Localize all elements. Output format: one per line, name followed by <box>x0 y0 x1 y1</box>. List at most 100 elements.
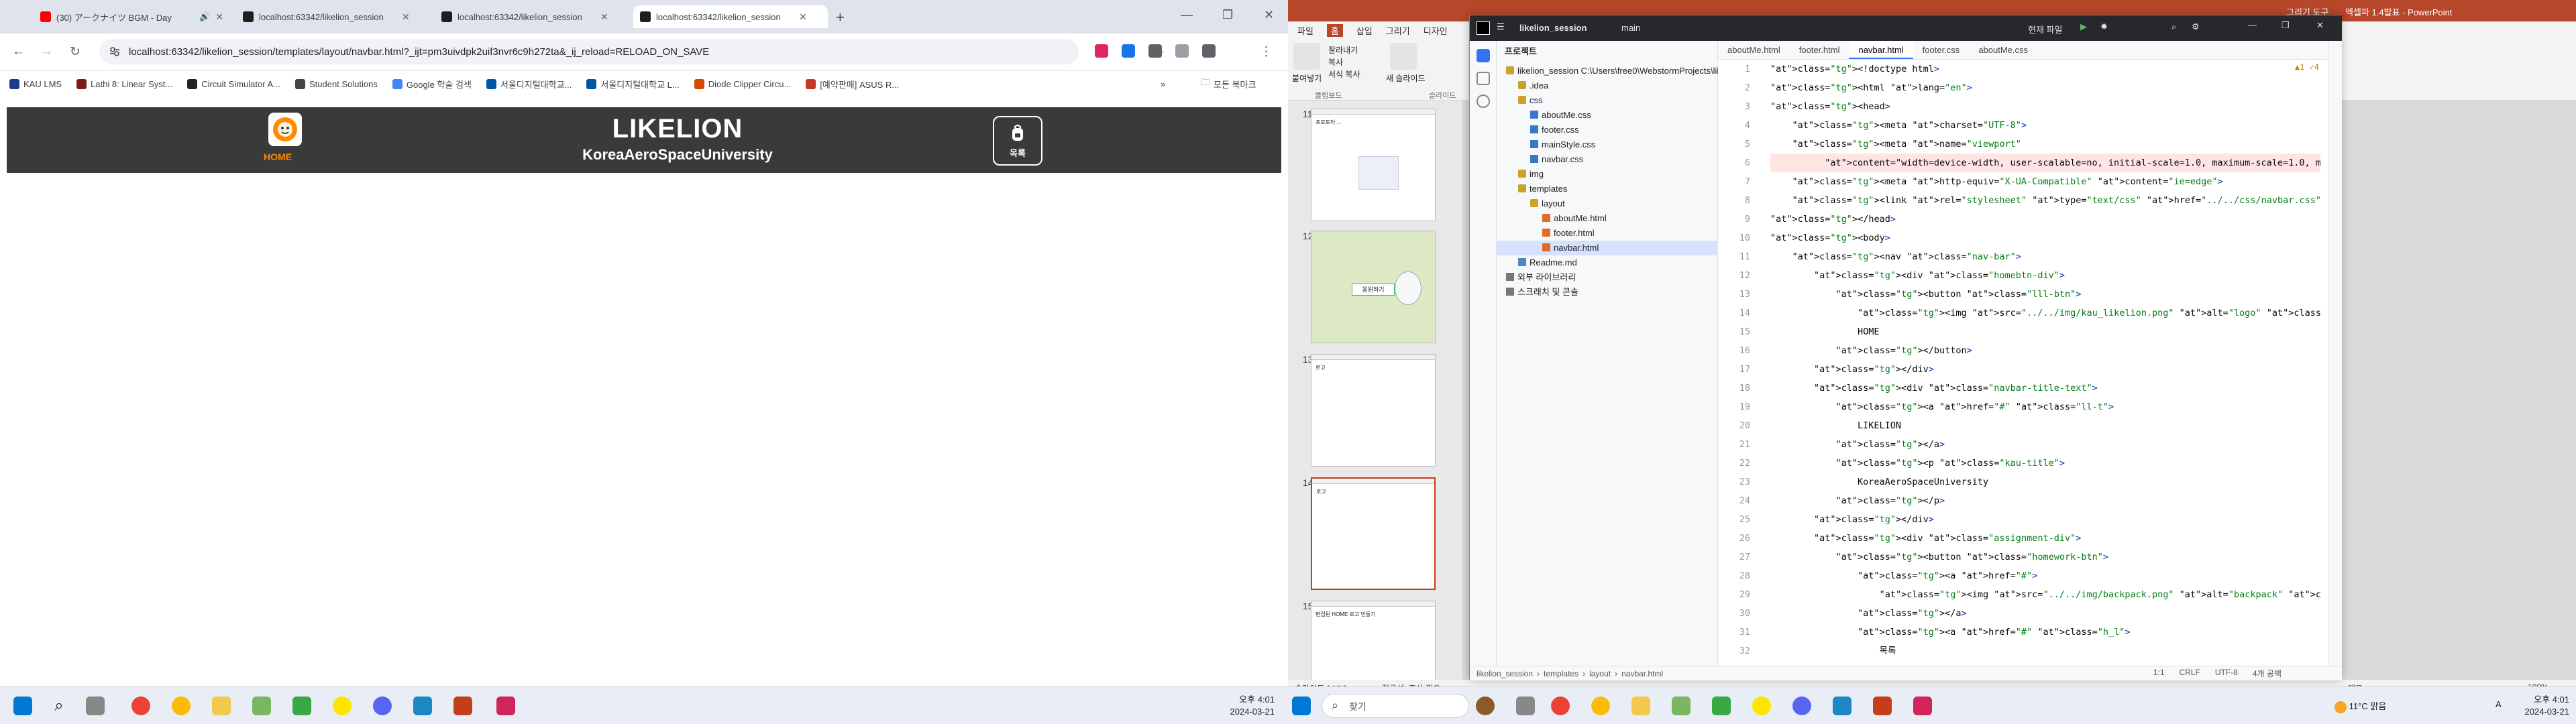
extension-icon[interactable] <box>1122 44 1135 58</box>
system-clock[interactable]: 오후 4:01 2024-03-21 <box>2509 694 2570 718</box>
weather-widget[interactable]: 11°C 맑음 <box>2334 699 2386 713</box>
maximize-icon[interactable]: ❐ <box>2282 20 2290 31</box>
code-line[interactable]: KoreaAeroSpaceUniversity <box>1770 473 2320 491</box>
close-tab-icon[interactable]: ✕ <box>799 11 807 23</box>
new-slide-label[interactable]: 새 슬라이드 <box>1386 72 1426 84</box>
powerpoint-icon[interactable] <box>453 697 472 715</box>
editor-tab[interactable]: footer.css <box>1913 41 1970 59</box>
maximize-icon[interactable]: ❐ <box>1222 8 1233 22</box>
code-line[interactable]: "at">class="tg"><button "at">class="lll-… <box>1770 285 2320 304</box>
widget-icon[interactable] <box>1476 697 1495 715</box>
editor-tab-active[interactable]: navbar.html <box>1849 41 1913 59</box>
branch-switcher[interactable]: main <box>1621 23 1640 33</box>
ribbon-tab-draw[interactable]: 그리기 <box>1386 24 1410 37</box>
code-line[interactable]: "at">class="tg"><a "at">href="#" "at">cl… <box>1770 623 2320 642</box>
slide-thumbnail[interactable]: 응원하기 <box>1311 231 1436 343</box>
extension-icon[interactable] <box>1095 44 1108 58</box>
system-clock[interactable]: 오후 4:01 2024-03-21 <box>1194 694 1275 718</box>
code-line[interactable]: "at">class="tg"><link "at">rel="styleshe… <box>1770 191 2320 210</box>
bookmark-item[interactable]: [예약판매] ASUS R... <box>806 78 899 90</box>
tree-node-lib[interactable]: 외부 라이브러리 <box>1497 270 1718 285</box>
commit-tool-icon[interactable] <box>1477 72 1490 85</box>
tree-node-folder[interactable]: layout <box>1497 196 1718 211</box>
forward-icon[interactable]: → <box>40 44 53 59</box>
debug-icon[interactable]: ✹ <box>2100 21 2108 32</box>
code-line[interactable]: 목록 <box>1770 642 2320 660</box>
file-encoding[interactable]: UTF-8 <box>2215 668 2238 679</box>
close-tab-icon[interactable]: ✕ <box>215 11 223 23</box>
app-icon[interactable] <box>1672 697 1690 715</box>
back-icon[interactable]: ← <box>12 44 25 59</box>
ribbon-tab-design[interactable]: 디자인 <box>1424 24 1448 37</box>
project-tool-icon[interactable] <box>1477 49 1490 62</box>
code-line[interactable]: "at">class="tg"></div> <box>1770 360 2320 379</box>
tree-node-html[interactable]: aboutMe.html <box>1497 211 1718 226</box>
code-line[interactable]: "at">class="tg"><meta "at">charset="UTF-… <box>1770 116 2320 135</box>
discord-icon[interactable] <box>373 697 392 715</box>
close-window-icon[interactable]: ✕ <box>2316 20 2324 31</box>
slide-thumbnail[interactable]: 로고 <box>1311 354 1436 467</box>
bookmarks-overflow-icon[interactable]: » <box>1161 79 1165 89</box>
code-line[interactable]: "at">class="tg"><div "at">class="navbar-… <box>1770 379 2320 398</box>
code-line[interactable]: LIKELION <box>1770 416 2320 435</box>
code-line[interactable]: "at">class="tg"><head> <box>1770 97 2320 116</box>
close-window-icon[interactable]: ✕ <box>1264 8 1274 22</box>
reload-icon[interactable]: ↻ <box>70 44 80 60</box>
inspection-indicator[interactable]: ▲1 ✓4 <box>2295 62 2319 72</box>
powerpoint-icon[interactable] <box>1873 697 1892 715</box>
intellij-icon[interactable] <box>1913 697 1932 715</box>
input-language[interactable]: A <box>2496 699 2502 709</box>
chrome-icon[interactable] <box>131 697 150 715</box>
search-icon[interactable]: ⌕ <box>50 697 68 715</box>
breadcrumb-item[interactable]: navbar.html <box>1621 669 1663 678</box>
bookmark-item[interactable]: Diode Clipper Circu... <box>694 78 791 89</box>
code-line[interactable]: "at">class="tg"></a> <box>1770 604 2320 623</box>
ribbon-tab-file[interactable]: 파일 <box>1297 24 1313 37</box>
code-line[interactable]: "at">content="width=device-width, user-s… <box>1770 154 2320 172</box>
bookmark-item[interactable]: Circuit Simulator A... <box>187 78 280 89</box>
chrome-icon[interactable] <box>1551 697 1570 715</box>
slide-thumbnail[interactable]: 프로토타 ... <box>1311 109 1436 221</box>
tree-node-css[interactable]: mainStyle.css <box>1497 137 1718 152</box>
code-line[interactable]: "at">class="tg"></p> <box>1770 491 2320 510</box>
caret-position[interactable]: 1:1 <box>2153 668 2165 679</box>
bookmark-item[interactable]: Student Solutions <box>294 78 378 89</box>
tree-node-css[interactable]: footer.css <box>1497 123 1718 137</box>
home-label[interactable]: HOME <box>264 152 292 162</box>
new-tab-button[interactable]: + <box>836 9 845 26</box>
tree-node-folder[interactable]: css <box>1497 93 1718 108</box>
breadcrumb-item[interactable]: templates <box>1544 669 1578 678</box>
bookmark-item[interactable]: 서울디지털대학교 L... <box>586 78 680 90</box>
task-view-icon[interactable] <box>86 697 105 715</box>
media-icon[interactable] <box>1175 44 1189 58</box>
code-line[interactable]: "at">class="tg"></head> <box>1770 210 2320 229</box>
speaker-icon[interactable]: 🔊 <box>199 11 210 22</box>
menu-kebab-icon[interactable]: ⋮ <box>1260 44 1273 60</box>
code-line[interactable]: "at">class="tg"></button> <box>1770 341 2320 360</box>
search-icon[interactable]: ⌕ <box>2171 21 2176 32</box>
tree-node-css[interactable]: navbar.css <box>1497 152 1718 167</box>
project-header[interactable]: 프로젝트 <box>1497 41 1718 60</box>
code-line[interactable]: "at">class="tg"><img "at">src="../../img… <box>1770 304 2320 322</box>
tree-node-html[interactable]: navbar.html <box>1497 241 1718 255</box>
code-line[interactable]: "at">class="tg"><!doctype html> <box>1770 60 2320 78</box>
code-line[interactable]: HOME <box>1770 322 2320 341</box>
code-line[interactable]: "at">class="tg"><img "at">src="../../img… <box>1770 585 2320 604</box>
tree-node-folder[interactable]: img <box>1497 167 1718 182</box>
code-line[interactable]: "at">class="tg"><a "at">href="#"> <box>1770 566 2320 585</box>
all-bookmarks[interactable]: 🗀 모든 북마크 <box>1201 76 1256 91</box>
code-line[interactable]: "at">class="tg"><html "at">lang="en"> <box>1770 78 2320 97</box>
editor-tab[interactable]: aboutMe.html <box>1718 41 1790 59</box>
slide-thumbnail-selected[interactable]: 로고 <box>1311 477 1436 590</box>
app-icon[interactable] <box>413 697 432 715</box>
kakaotalk-icon[interactable] <box>1752 697 1771 715</box>
run-config[interactable]: 현재 파일 <box>2028 23 2062 36</box>
code-line[interactable]: "at">class="tg"><p "at">class="kau-title… <box>1770 454 2320 473</box>
tree-node-folder[interactable]: likelion_session C:\Users\free0\Webstorm… <box>1497 64 1774 78</box>
paste-icon[interactable] <box>1293 43 1320 70</box>
indent-setting[interactable]: 4개 공백 <box>2253 668 2282 679</box>
project-switcher[interactable]: likelion_session <box>1519 23 1587 33</box>
tree-node-css[interactable]: aboutMe.css <box>1497 108 1718 123</box>
start-icon[interactable] <box>1292 697 1311 715</box>
chrome-profile-icon[interactable] <box>1591 697 1610 715</box>
